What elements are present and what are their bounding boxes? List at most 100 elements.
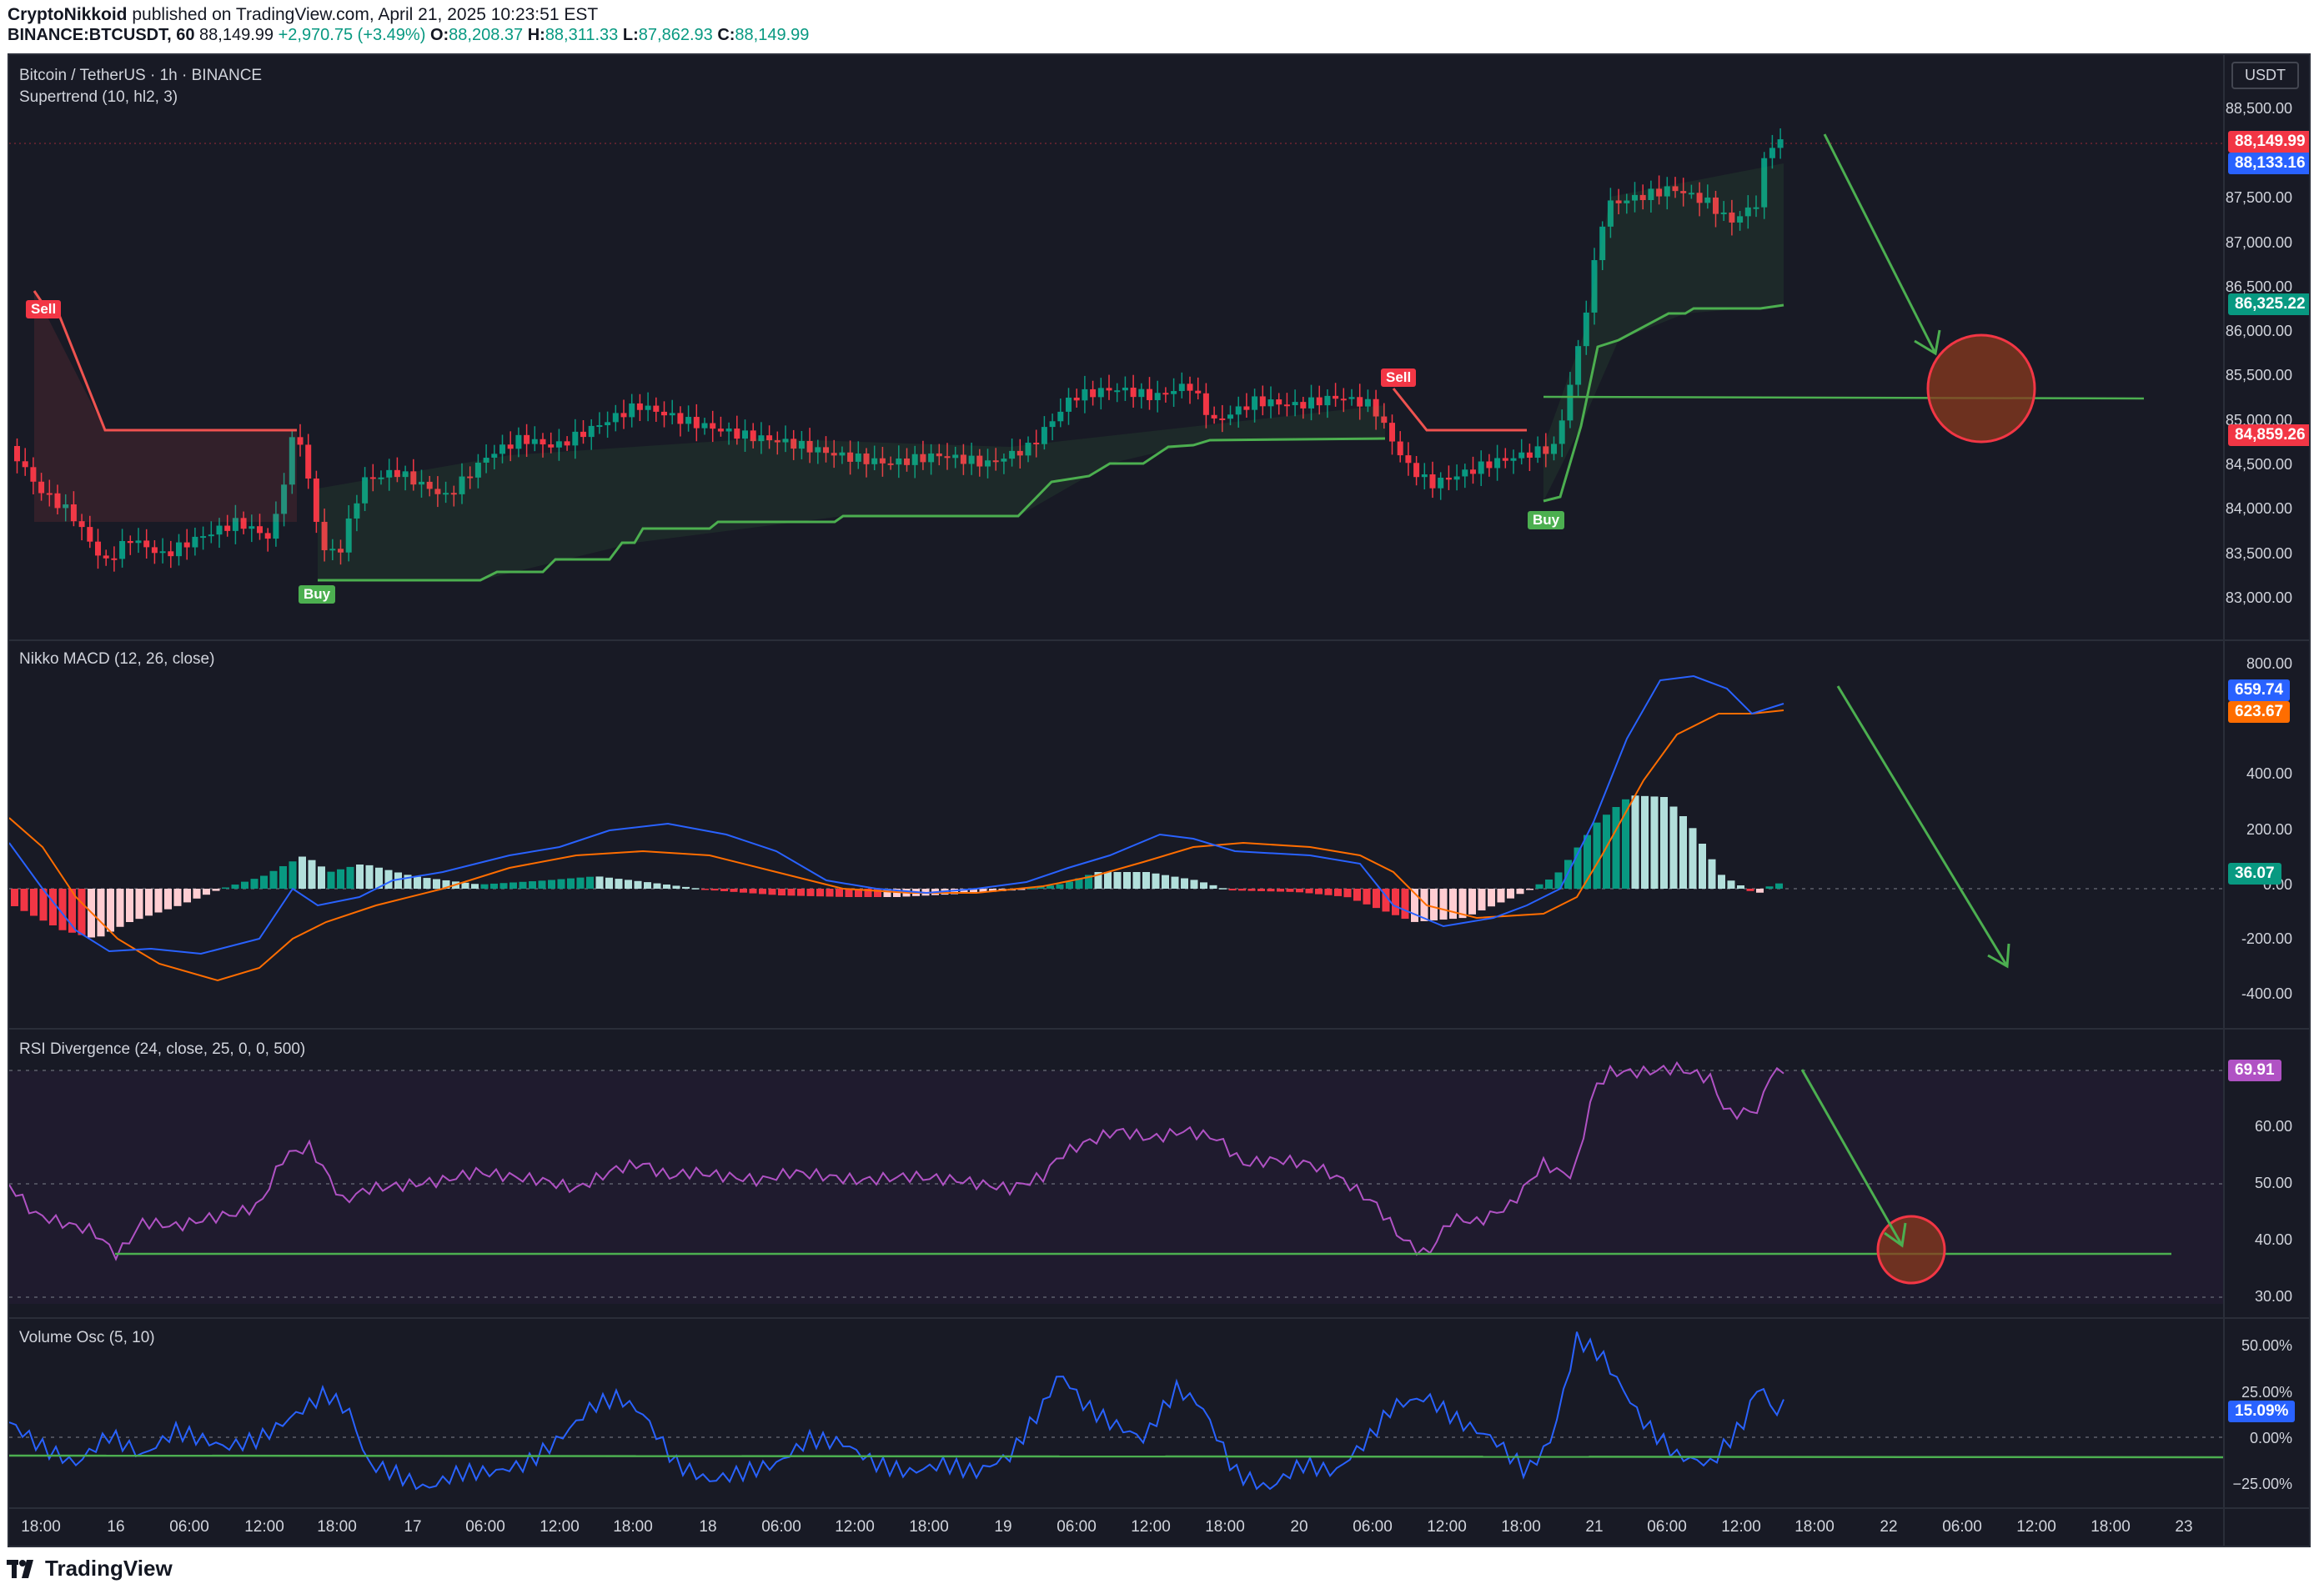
histogram-tag: 36.07 <box>2228 863 2281 885</box>
buy-signal-1[interactable]: Buy <box>299 585 336 604</box>
candle-body <box>1195 390 1202 393</box>
buy-signal-2[interactable]: Buy <box>1528 511 1565 529</box>
macd-histogram-bar <box>1641 795 1649 889</box>
candle-body <box>1486 461 1493 469</box>
symbol-label: BINANCE:BTCUSDT, 60 <box>8 26 195 44</box>
supertrend-up-fill <box>318 405 1385 580</box>
signal-line <box>9 709 1784 982</box>
macd-histogram-bar <box>30 889 38 916</box>
macd-histogram-bar <box>1439 889 1448 920</box>
candle-body <box>564 441 570 446</box>
macd-histogram-bar <box>250 879 259 889</box>
candle-body <box>1049 421 1056 428</box>
time-tick: 18 <box>699 1518 717 1536</box>
macd-histogram-bar <box>1343 889 1352 898</box>
time-tick: 18:00 <box>21 1518 61 1536</box>
rsi-legend[interactable]: RSI Divergence (24, close, 25, 0, 0, 500… <box>19 1040 305 1059</box>
chart-canvas[interactable] <box>9 55 2311 1547</box>
sell-signal-1[interactable]: Sell <box>26 300 62 318</box>
candle-body <box>548 444 555 448</box>
macd-histogram-bar <box>634 880 642 889</box>
target-circle-rsi[interactable] <box>1876 1215 1946 1285</box>
candle-body <box>1122 387 1128 391</box>
target-circle-main[interactable] <box>1926 333 2036 444</box>
macd-histogram-bar <box>126 889 133 922</box>
macd-histogram-bar <box>203 889 210 895</box>
time-tick: 12:00 <box>1721 1518 1761 1536</box>
macd-histogram-bar <box>356 865 364 889</box>
macd-histogram-bar <box>509 882 517 889</box>
pane-divider-1[interactable] <box>9 639 2309 641</box>
vo-tick: 0.00% <box>2249 1430 2292 1446</box>
candle-body <box>1413 463 1420 478</box>
time-tick: 18:00 <box>909 1518 949 1536</box>
currency-button[interactable]: USDT <box>2231 62 2299 89</box>
macd-histogram-bar <box>471 884 479 889</box>
candle-body <box>491 454 498 459</box>
macd-histogram-bar <box>1353 889 1361 901</box>
candle-body <box>14 446 20 462</box>
macd-histogram-bar <box>1631 795 1639 889</box>
candle-body <box>629 403 635 418</box>
arrow-macd[interactable] <box>1836 685 2009 967</box>
footer: TradingView <box>0 1547 2324 1594</box>
rsi-tick: 40.00 <box>2254 1231 2292 1248</box>
pane-divider-2[interactable] <box>9 1028 2309 1030</box>
price-tick: 84,000.00 <box>2225 500 2292 517</box>
macd-histogram-bar <box>759 889 766 895</box>
macd-histogram-bar <box>241 881 248 889</box>
macd-histogram-bar <box>279 866 287 889</box>
candle-body <box>653 405 660 412</box>
macd-histogram-bar <box>365 865 374 889</box>
macd-histogram-bar <box>1650 796 1659 889</box>
candle-body <box>1518 452 1525 459</box>
sell-signal-2[interactable]: Sell <box>1381 368 1417 387</box>
time-tick: 18:00 <box>2091 1518 2131 1536</box>
chart-frame[interactable]: Bitcoin / TetherUS · 1h · BINANCE Supert… <box>8 53 2311 1547</box>
candle-body <box>685 417 692 424</box>
author-name[interactable]: CryptoNikkoid <box>8 5 128 24</box>
brand-name: TradingView <box>45 1556 173 1581</box>
support-line-annotation[interactable] <box>1543 395 2145 400</box>
time-tick: 23 <box>2175 1518 2193 1536</box>
candle-body <box>524 434 530 444</box>
candle-body <box>1227 414 1233 419</box>
candle-body <box>1219 418 1226 420</box>
time-tick: 18:00 <box>1205 1518 1245 1536</box>
vo-tick: 50.00% <box>2241 1337 2292 1354</box>
vo-legend[interactable]: Volume Osc (5, 10) <box>19 1329 155 1347</box>
price-tick: 87,500.00 <box>2225 189 2292 206</box>
macd-histogram-bar <box>1373 889 1380 909</box>
macd-histogram-bar <box>308 860 316 889</box>
macd-histogram-bar <box>1430 889 1438 920</box>
macd-histogram-bar <box>1123 872 1131 889</box>
macd-histogram-bar <box>1497 889 1505 903</box>
candle-body <box>1202 393 1209 415</box>
macd-legend[interactable]: Nikko MACD (12, 26, close) <box>19 650 214 669</box>
macd-histogram-bar <box>1228 889 1237 891</box>
pane-divider-3[interactable] <box>9 1317 2309 1319</box>
macd-histogram-bar <box>749 889 757 894</box>
symbol-title[interactable]: Bitcoin / TetherUS · 1h · BINANCE <box>19 67 262 85</box>
arrow-main[interactable] <box>1823 133 1937 354</box>
vo-baseline-annotation[interactable] <box>9 1454 2224 1459</box>
macd-histogram-bar <box>231 885 239 889</box>
candle-body <box>111 558 118 560</box>
macd-histogram-bar <box>519 881 527 889</box>
time-scale-border <box>9 1507 2309 1509</box>
tradingview-logo[interactable]: TradingView <box>7 1556 173 1581</box>
candle-body <box>1405 455 1412 464</box>
macd-histogram-bar <box>1315 889 1323 895</box>
candle-body <box>1243 406 1250 410</box>
supertrend-legend[interactable]: Supertrend (10, hl2, 3) <box>19 88 178 107</box>
candle-body <box>1324 395 1331 406</box>
rsi-tick: 50.00 <box>2254 1175 2292 1191</box>
macd-histogram-bar <box>289 861 297 889</box>
macd-histogram-bar <box>586 876 594 889</box>
macd-histogram-bar <box>1401 889 1409 920</box>
macd-line <box>9 674 1784 955</box>
candle-body <box>612 413 619 423</box>
candle-body <box>710 423 716 429</box>
macd-histogram-bar <box>1718 875 1725 889</box>
macd-histogram-bar <box>1535 884 1543 889</box>
